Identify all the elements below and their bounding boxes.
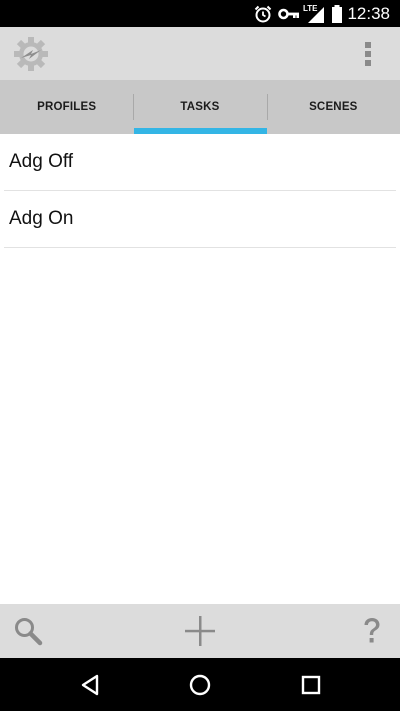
tab-label: SCENES	[309, 101, 358, 113]
search-icon[interactable]	[8, 604, 48, 658]
task-name: Adg Off	[9, 151, 74, 172]
task-item-adg-on[interactable]: Adg On	[4, 191, 396, 248]
back-icon[interactable]	[60, 658, 120, 711]
task-list: Adg Off Adg On	[0, 134, 400, 248]
task-name: Adg On	[9, 208, 74, 229]
screen: LTE 12:38 PROFILES TASKS SCENES Adg Off …	[0, 0, 400, 711]
tab-bar: PROFILES TASKS SCENES	[0, 80, 400, 134]
status-bar: LTE 12:38	[0, 0, 400, 27]
tab-divider	[133, 94, 134, 120]
task-item-adg-off[interactable]: Adg Off	[4, 134, 396, 191]
tasker-gear-logo-icon[interactable]	[12, 35, 50, 73]
tab-tasks[interactable]: TASKS	[133, 80, 266, 134]
battery-icon	[330, 0, 344, 27]
help-icon[interactable]	[354, 604, 390, 658]
tab-divider	[267, 94, 268, 120]
tab-profiles[interactable]: PROFILES	[0, 80, 133, 134]
status-time: 12:38	[347, 4, 390, 23]
bottom-toolbar	[0, 604, 400, 658]
tab-label: PROFILES	[37, 101, 97, 113]
vpn-key-icon	[278, 0, 300, 27]
action-bar	[0, 27, 400, 80]
tab-label: TASKS	[180, 101, 220, 113]
nav-bar	[0, 658, 400, 711]
home-icon[interactable]	[170, 658, 230, 711]
overflow-menu-icon[interactable]	[354, 39, 382, 69]
add-icon[interactable]	[180, 604, 220, 658]
recents-icon[interactable]	[281, 658, 341, 711]
tab-scenes[interactable]: SCENES	[267, 80, 400, 134]
alarm-icon	[252, 0, 274, 27]
network-label: LTE	[303, 4, 318, 13]
